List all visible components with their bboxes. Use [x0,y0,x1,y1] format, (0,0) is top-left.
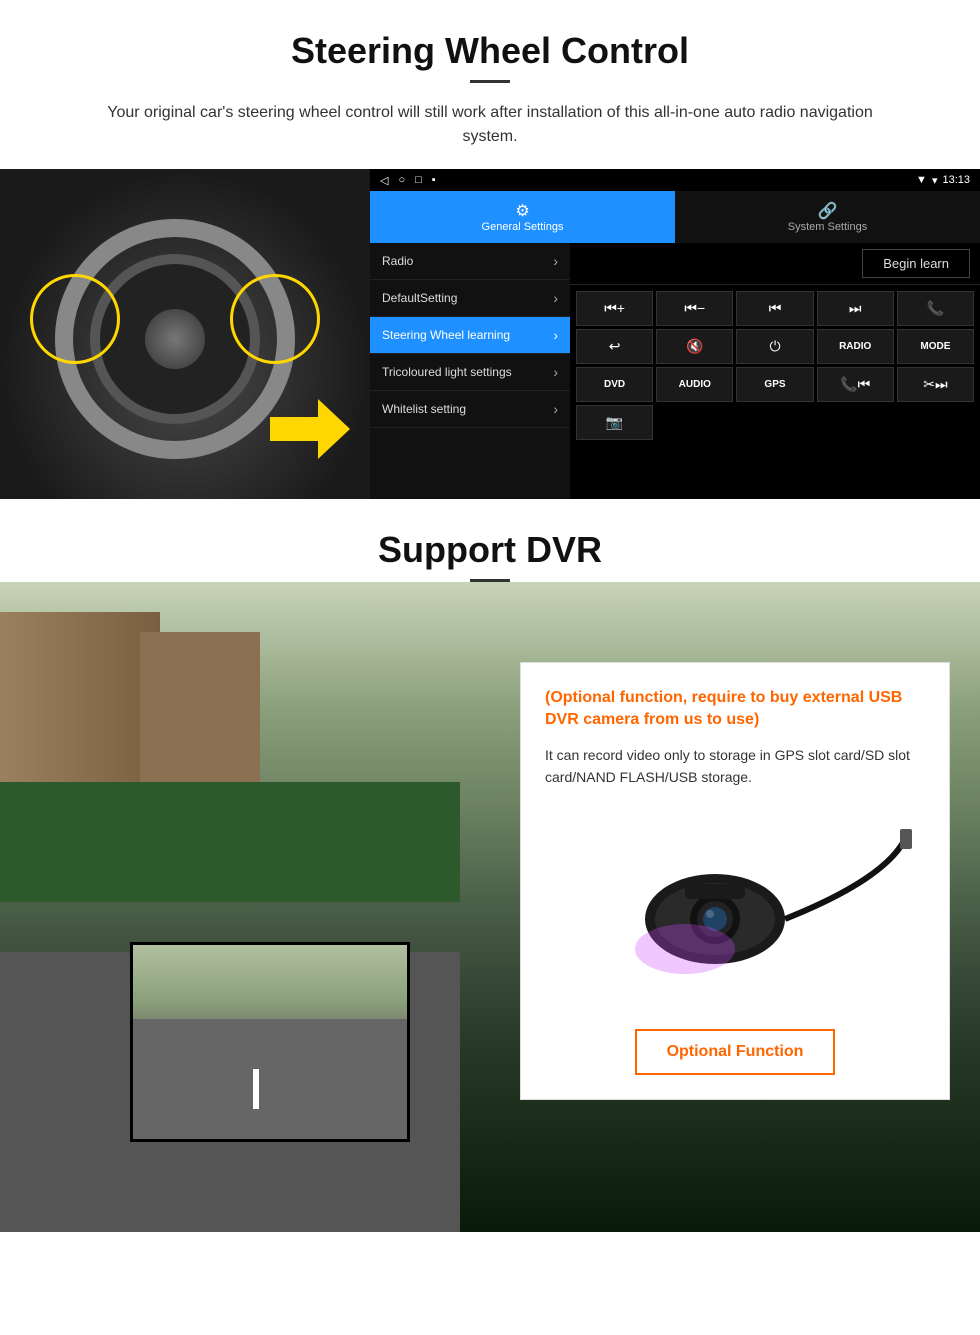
ctrl-btn-power[interactable]: ⏻ [736,329,813,364]
nav-back-icon[interactable]: ◁ [380,174,388,187]
dvr-camera-svg [555,819,915,999]
ctrl-btn-vol-down[interactable]: ⏮− [656,291,733,326]
nav-menu-icon[interactable]: ▪ [432,174,436,187]
dvr-inset-road-line [253,1069,259,1109]
tab-system-label: System Settings [788,221,867,233]
ctrl-btn-back[interactable]: ↩ [576,329,653,364]
menu-item-radio[interactable]: Radio › [370,243,570,280]
status-time: 13:13 [942,174,970,186]
menu-item-steering[interactable]: Steering Wheel learning › [370,317,570,354]
menu-steering-label: Steering Wheel learning [382,328,510,342]
section-steering-wheel: Steering Wheel Control Your original car… [0,0,980,149]
ctrl-btn-phone[interactable]: 📞 [897,291,974,326]
sw-highlight-left [30,274,120,364]
ctrl-btn-prev[interactable]: ⏮ [736,291,813,326]
nav-icons: ◁ ○ □ ▪ [380,174,911,187]
menu-item-whitelist[interactable]: Whitelist setting › [370,391,570,428]
dvr-inset-screen [130,942,410,1142]
system-settings-icon: 🔗 [818,201,838,221]
ctrl-btn-next[interactable]: ⏭ [817,291,894,326]
control-buttons-grid: ⏮+ ⏮− ⏮ ⏭ 📞 ↩ 🔇 ⏻ RADIO MODE DVD AUDIO G… [570,285,980,446]
ctrl-btn-vol-up[interactable]: ⏮+ [576,291,653,326]
ctrl-btn-camera[interactable]: 📷 [576,405,653,440]
chevron-icon: › [553,327,558,343]
hedge [0,782,460,902]
sw-highlight-right [230,274,320,364]
ctrl-btn-phone-prev[interactable]: 📞⏮ [817,367,894,402]
chevron-icon: › [553,364,558,380]
menu-item-default[interactable]: DefaultSetting › [370,280,570,317]
ctrl-btn-dvd[interactable]: DVD [576,367,653,402]
ctrl-btn-mute[interactable]: 🔇 [656,329,733,364]
optional-function-button[interactable]: Optional Function [635,1029,835,1075]
tab-general-settings[interactable]: ⚙ General Settings [370,191,675,243]
menu-whitelist-label: Whitelist setting [382,402,466,416]
nav-square-icon[interactable]: □ [415,174,422,187]
dvr-inset-road [133,1019,407,1139]
chevron-icon: › [553,253,558,269]
android-interface: ◁ ○ □ ▪ ▼ ▾ 13:13 ⚙ General Settings 🔗 S… [370,169,980,499]
menu-item-tricolour[interactable]: Tricoloured light settings › [370,354,570,391]
ctrl-btn-audio[interactable]: AUDIO [656,367,733,402]
dvr-description-text: It can record video only to storage in G… [545,744,925,789]
chevron-icon: › [553,401,558,417]
ctrl-btn-gps[interactable]: GPS [736,367,813,402]
tab-system-settings[interactable]: 🔗 System Settings [675,191,980,243]
dvr-container: (Optional function, require to buy exter… [0,582,980,1232]
general-settings-icon: ⚙ [515,201,529,221]
section2-title: Support DVR [0,499,980,579]
ctrl-btn-mode[interactable]: MODE [897,329,974,364]
ctrl-btn-cut-next[interactable]: ✂⏭ [897,367,974,402]
tab-general-label: General Settings [482,221,564,233]
dvr-camera-image [545,809,925,1009]
dvr-info-box: (Optional function, require to buy exter… [520,662,950,1100]
sw-background [0,169,370,499]
begin-learn-button[interactable]: Begin learn [862,249,970,278]
steering-wheel-demo: ◁ ○ □ ▪ ▼ ▾ 13:13 ⚙ General Settings 🔗 S… [0,169,980,499]
menu-panel: Radio › DefaultSetting › Steering Wheel … [370,243,980,499]
menu-list: Radio › DefaultSetting › Steering Wheel … [370,243,570,499]
controls-panel: Begin learn ⏮+ ⏮− ⏮ ⏭ 📞 ↩ 🔇 ⏻ RADIO MODE [570,243,980,499]
menu-tricolour-label: Tricoloured light settings [382,365,512,379]
section1-title: Steering Wheel Control [40,30,940,72]
menu-radio-label: Radio [382,254,413,268]
section1-description: Your original car's steering wheel contr… [80,101,900,149]
signal-icon: ▼ [916,174,927,186]
wifi-icon: ▾ [932,174,938,187]
begin-learn-row: Begin learn [570,243,980,285]
ctrl-btn-radio[interactable]: RADIO [817,329,894,364]
chevron-icon: › [553,290,558,306]
section-support-dvr: Support DVR (Optional function, require … [0,499,980,1232]
android-statusbar: ◁ ○ □ ▪ ▼ ▾ 13:13 [370,169,980,191]
sw-arrow-icon [270,399,350,459]
divider1 [470,80,510,83]
nav-home-icon[interactable]: ○ [398,174,405,187]
steering-wheel-photo [0,169,370,499]
menu-default-label: DefaultSetting [382,291,457,305]
android-tabs: ⚙ General Settings 🔗 System Settings [370,191,980,243]
sw-hub [145,309,205,369]
optional-header-text: (Optional function, require to buy exter… [545,687,925,732]
